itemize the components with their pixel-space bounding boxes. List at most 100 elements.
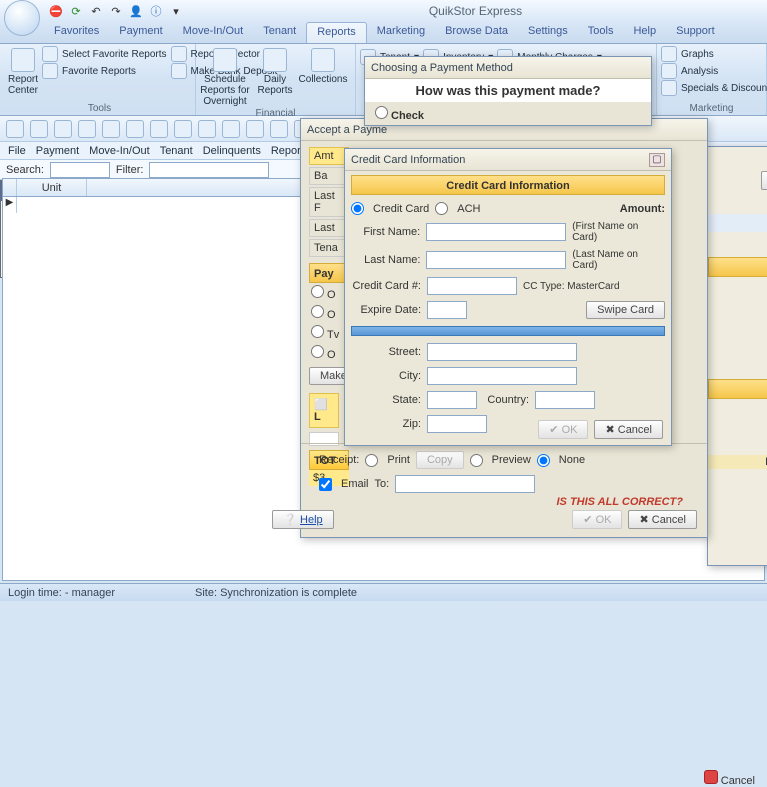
qat-redo-icon[interactable]: ↷ xyxy=(108,3,124,19)
tab-reports[interactable]: Reports xyxy=(306,22,367,43)
search-input[interactable] xyxy=(50,162,110,178)
favorite-reports-button[interactable]: Favorite Reports xyxy=(42,63,167,79)
qat-stop-icon[interactable]: ⛔ xyxy=(48,3,64,19)
zip-input[interactable] xyxy=(427,415,487,433)
tab-settings[interactable]: Settings xyxy=(518,22,578,43)
country-input[interactable] xyxy=(535,391,595,409)
pay-opt-2[interactable] xyxy=(311,305,324,318)
to-label: To: xyxy=(375,478,390,490)
menu-file[interactable]: File xyxy=(8,145,26,157)
daily-icon xyxy=(263,48,287,72)
tool-icon-11[interactable] xyxy=(246,120,264,138)
menu-tenant[interactable]: Tenant xyxy=(160,145,193,157)
report-icon xyxy=(11,48,35,72)
select-favorite-button[interactable]: Select Favorite Reports xyxy=(42,46,167,62)
tab-tools[interactable]: Tools xyxy=(578,22,624,43)
menu-delinquents[interactable]: Delinquents xyxy=(203,145,261,157)
street-input[interactable] xyxy=(427,343,577,361)
info-help-button[interactable]: ❔ Help xyxy=(761,171,767,190)
state-input[interactable] xyxy=(427,391,477,409)
analysis-button[interactable]: Analysis xyxy=(661,63,767,79)
collections-button[interactable]: Collections xyxy=(300,46,346,85)
copy-button[interactable]: Copy xyxy=(416,451,464,469)
pay-opt-1[interactable] xyxy=(311,285,324,298)
tena-row: Tena xyxy=(309,239,349,257)
receipt-print[interactable] xyxy=(365,454,378,467)
tool-icon-12[interactable] xyxy=(270,120,288,138)
cc-type-ach[interactable] xyxy=(435,202,448,215)
menu-moveinout[interactable]: Move-In/Out xyxy=(89,145,150,157)
tool-icon-3[interactable] xyxy=(54,120,72,138)
ba-row: Ba xyxy=(309,167,349,185)
expire-label: Expire Date: xyxy=(351,304,421,316)
tab-browsedata[interactable]: Browse Data xyxy=(435,22,518,43)
graphs-button[interactable]: Graphs xyxy=(661,46,767,62)
filter-input[interactable] xyxy=(149,162,269,178)
ccno-label: Credit Card #: xyxy=(351,280,421,292)
grid-col-unit[interactable]: Unit xyxy=(17,179,87,196)
lastname-input[interactable] xyxy=(426,251,566,269)
method-check-radio[interactable] xyxy=(375,106,388,119)
street-label: Street: xyxy=(351,346,421,358)
firstname-label: First Name: xyxy=(351,226,420,238)
tab-support[interactable]: Support xyxy=(666,22,725,43)
star-list-icon xyxy=(42,63,58,79)
tool-icon-9[interactable] xyxy=(198,120,216,138)
tool-icon-6[interactable] xyxy=(126,120,144,138)
tool-icon-10[interactable] xyxy=(222,120,240,138)
ccno-input[interactable] xyxy=(427,277,517,295)
qat-undo-icon[interactable]: ↶ xyxy=(88,3,104,19)
cc-type-credit[interactable] xyxy=(351,202,364,215)
tool-icon-4[interactable] xyxy=(78,120,96,138)
titlebar: ⛔ ⟳ ↶ ↷ 👤 ⓘ ▾ QuikStor Express xyxy=(0,0,767,22)
rent-label: Rent: xyxy=(708,399,767,413)
cc-close-icon[interactable]: ▢ xyxy=(649,153,665,167)
pay-opt-3[interactable] xyxy=(311,325,324,338)
tool-icon-2[interactable] xyxy=(30,120,48,138)
email-to-input[interactable] xyxy=(395,475,535,493)
group-marketing-title: Marketing xyxy=(661,102,762,115)
tab-tenant[interactable]: Tenant xyxy=(253,22,306,43)
qat-dropdown-icon[interactable]: ▾ xyxy=(168,3,184,19)
information-header: Information xyxy=(708,214,767,232)
firstname-input[interactable] xyxy=(426,223,566,241)
report-center-button[interactable]: Report Center xyxy=(8,46,38,96)
tool-icon-7[interactable] xyxy=(150,120,168,138)
tool-icon-5[interactable] xyxy=(102,120,120,138)
city-input[interactable] xyxy=(427,367,577,385)
tool-icon-1[interactable] xyxy=(6,120,24,138)
ephone-label: e Phone xyxy=(708,337,767,353)
menu-payment[interactable]: Payment xyxy=(36,145,79,157)
cc-cancel-button[interactable]: ✖ Cancel xyxy=(594,420,663,439)
receipt-preview[interactable] xyxy=(470,454,483,467)
tab-help[interactable]: Help xyxy=(623,22,666,43)
cctype-label: CC Type: MasterCard xyxy=(523,281,620,292)
tab-moveinout[interactable]: Move-In/Out xyxy=(173,22,254,43)
expire-input[interactable] xyxy=(427,301,467,319)
tool-icon-8[interactable] xyxy=(174,120,192,138)
country-label: Country: xyxy=(483,394,529,406)
accept-ok-button[interactable]: ✔ OK xyxy=(572,510,622,529)
specials-button[interactable]: Specials & Discounts xyxy=(661,80,767,96)
swipe-button[interactable]: Swipe Card xyxy=(586,301,665,319)
accept-cancel-button[interactable]: ✖ Cancel xyxy=(628,510,697,529)
cc-ok-button[interactable]: ✔ OK xyxy=(538,420,588,439)
schedule-reports-button[interactable]: Schedule Reports for Overnight xyxy=(200,46,250,107)
accept-help-button[interactable]: ❔ Help xyxy=(272,510,333,529)
tab-marketing[interactable]: Marketing xyxy=(367,22,435,43)
app-orb[interactable] xyxy=(4,0,40,36)
amt-row: Amt xyxy=(309,147,349,165)
email-check[interactable] xyxy=(319,478,332,491)
cc-panel-header: Credit Card Information xyxy=(351,175,665,195)
tab-payment[interactable]: Payment xyxy=(109,22,172,43)
qat-person-icon[interactable]: 👤 xyxy=(128,3,144,19)
qat-refresh-icon[interactable]: ⟳ xyxy=(68,3,84,19)
tab-favorites[interactable]: Favorites xyxy=(44,22,109,43)
qat-info-icon[interactable]: ⓘ xyxy=(148,3,164,19)
strike-row: ⬜ L xyxy=(309,393,339,428)
pay-opt-4[interactable] xyxy=(311,345,324,358)
receipt-none[interactable] xyxy=(537,454,550,467)
tag-icon xyxy=(661,80,677,96)
cc-amount-label: Amount: xyxy=(620,203,665,215)
daily-reports-button[interactable]: Daily Reports xyxy=(254,46,296,96)
